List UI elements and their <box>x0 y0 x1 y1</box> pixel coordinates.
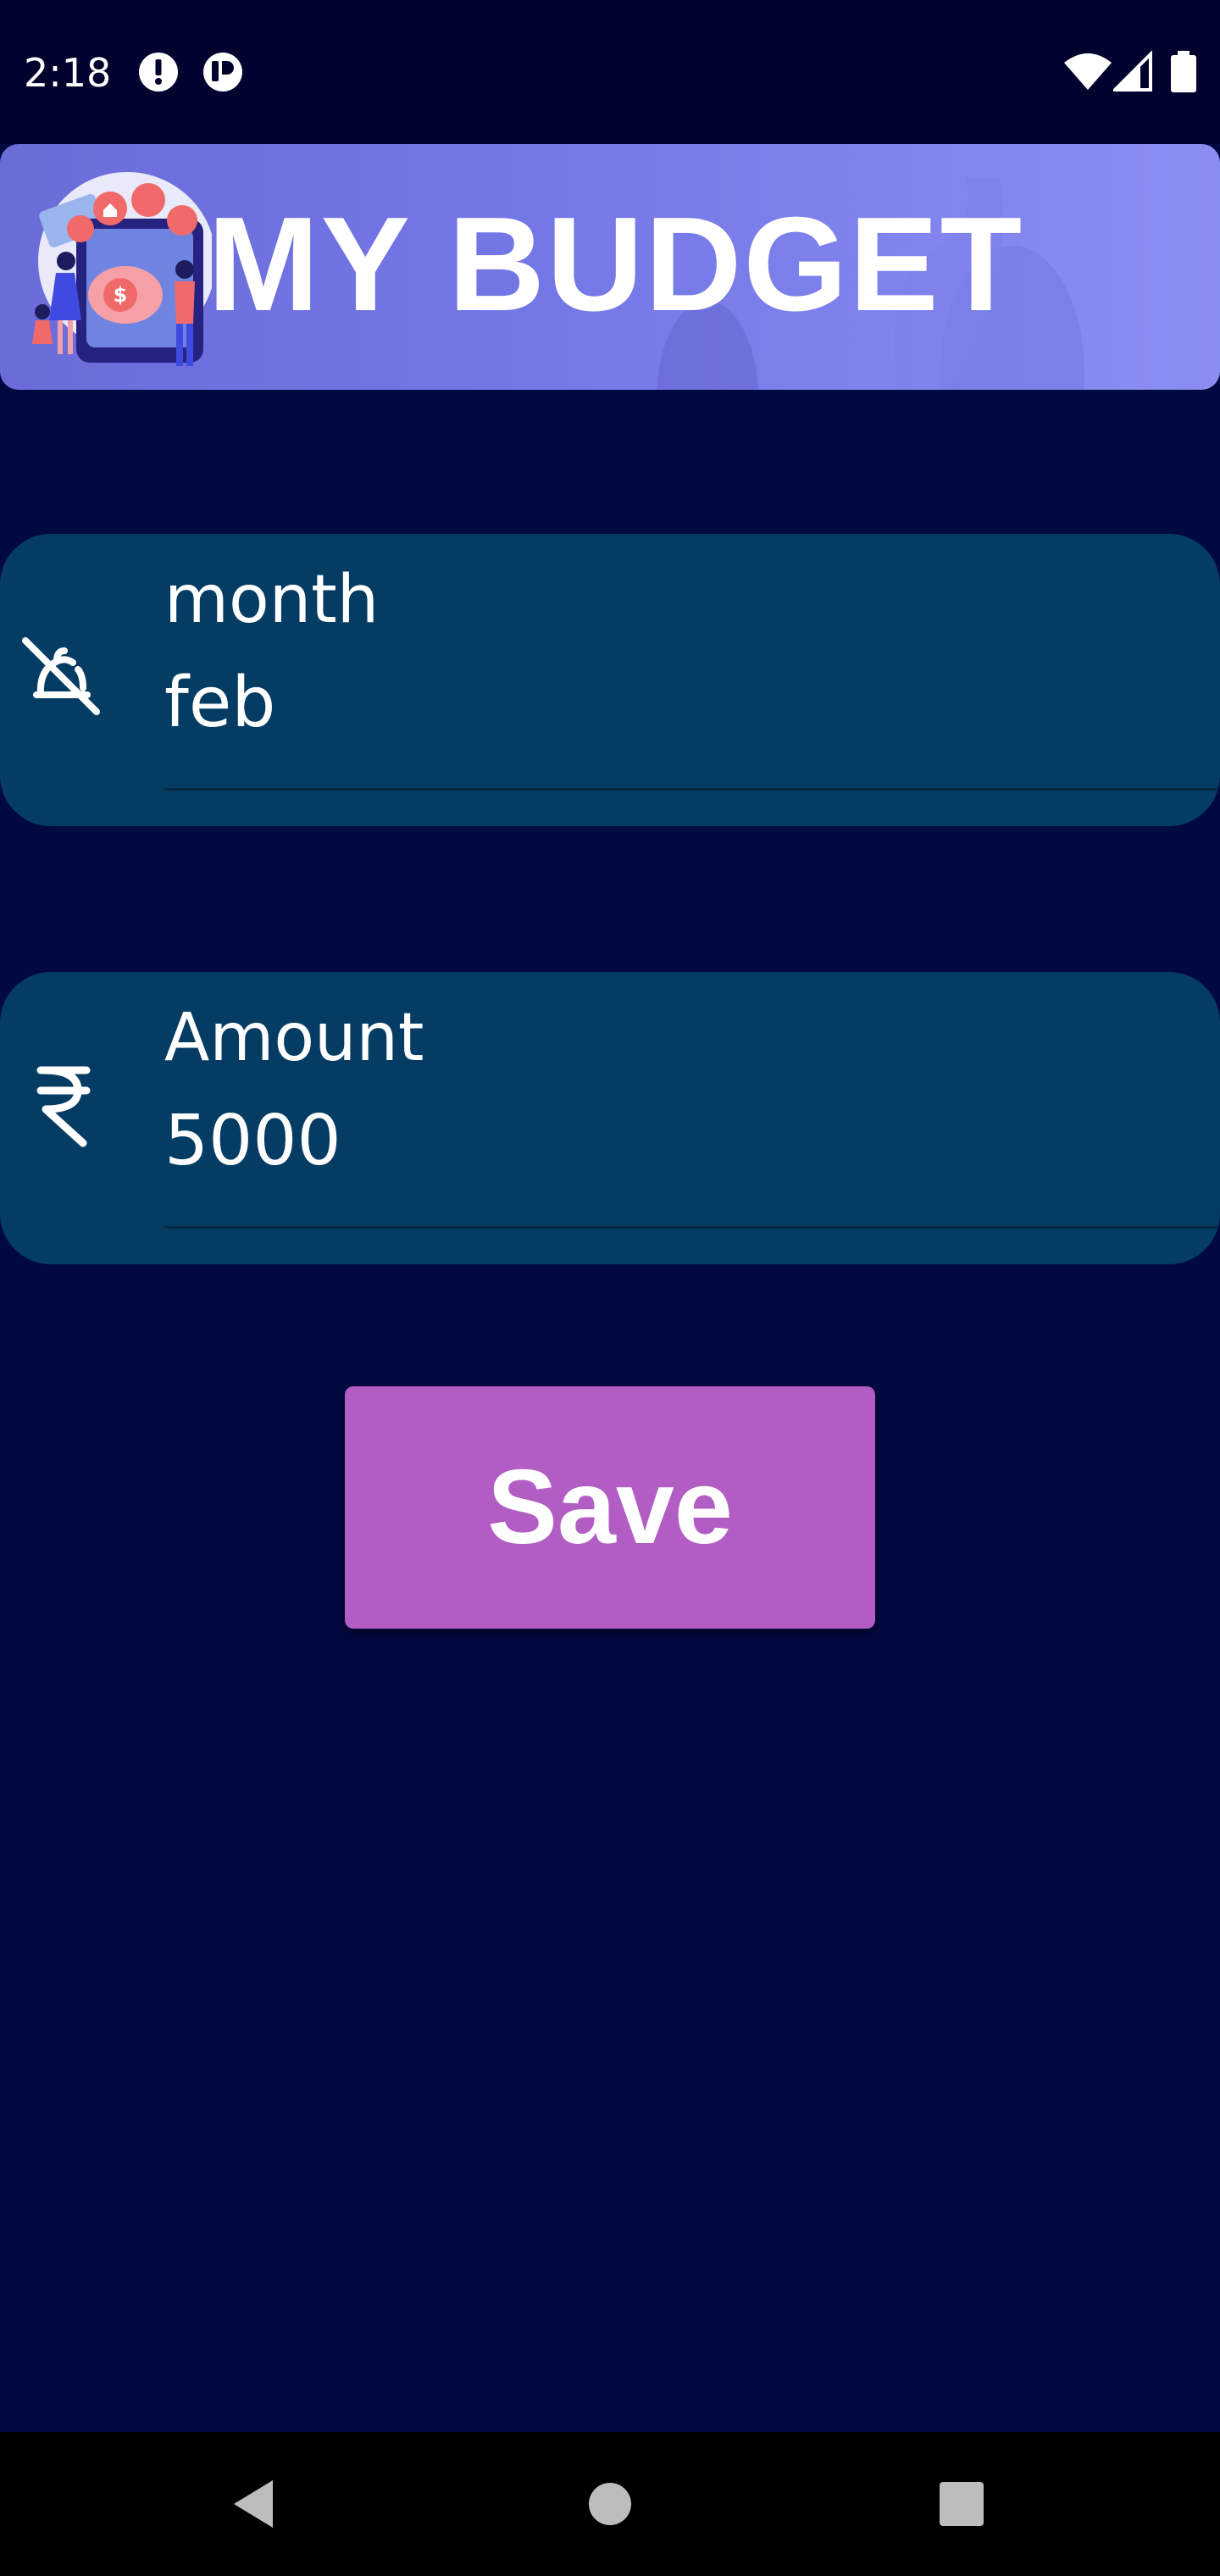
svg-text:$: $ <box>114 283 128 307</box>
alert-icon <box>139 53 178 92</box>
status-time: 2:18 <box>24 50 112 96</box>
amount-label: Amount <box>164 1000 424 1076</box>
rupee-icon <box>36 1066 91 1147</box>
save-button[interactable]: Save <box>345 1386 875 1629</box>
amount-input[interactable]: 5000 <box>164 1099 341 1184</box>
month-input-underline <box>164 788 1220 791</box>
month-field[interactable]: month feb <box>0 534 1220 826</box>
battery-icon <box>1171 51 1196 92</box>
app-header: $ MY BUDGET <box>0 144 1220 390</box>
month-input[interactable]: feb <box>164 661 275 746</box>
back-icon[interactable] <box>212 2462 297 2546</box>
app-screen: 2:18 $ MY BUDGET month feb Amount 5000 S… <box>0 0 1220 2576</box>
home-icon[interactable] <box>568 2462 652 2546</box>
recents-icon[interactable] <box>919 2462 1004 2546</box>
wifi-icon <box>1064 53 1112 90</box>
family-budget-illustration: $ <box>32 172 212 366</box>
cell-signal-icon <box>1113 51 1152 92</box>
status-bar: 2:18 <box>0 0 1220 144</box>
app-title: MY BUDGET <box>208 190 1024 339</box>
no-month-icon <box>22 637 100 715</box>
month-label: month <box>164 562 380 638</box>
system-nav-bar <box>0 2432 1220 2576</box>
amount-input-underline <box>164 1226 1220 1229</box>
amount-field[interactable]: Amount 5000 <box>0 972 1220 1264</box>
app-notification-icon <box>203 53 242 92</box>
